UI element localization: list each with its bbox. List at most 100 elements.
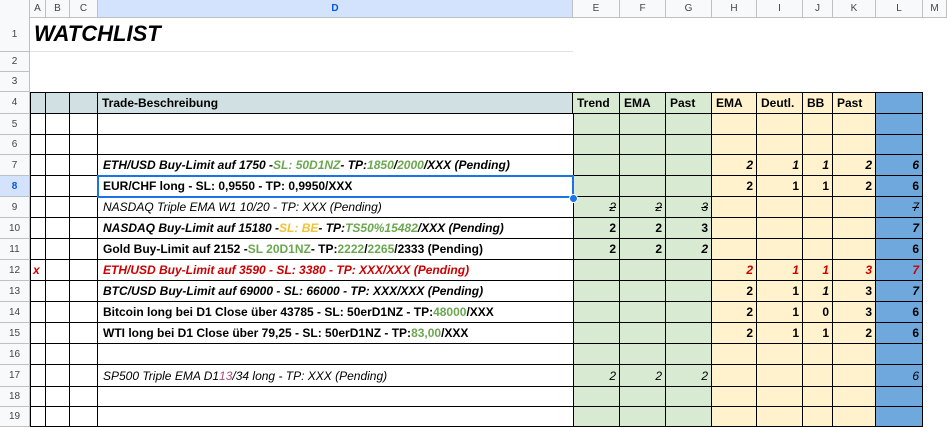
- row-header-4[interactable]: 4: [0, 92, 30, 114]
- score-total[interactable]: 6: [876, 239, 923, 259]
- header-total[interactable]: [876, 92, 923, 114]
- trade-row-10[interactable]: NASDAQ Buy-Limit auf 15180 - SL: BE - TP…: [99, 218, 573, 238]
- score-deutl[interactable]: 1: [757, 281, 803, 301]
- header-cell-b[interactable]: [46, 92, 70, 114]
- column-header-c[interactable]: C: [70, 0, 98, 17]
- row-header-17[interactable]: 17: [0, 365, 30, 387]
- score-ema2[interactable]: 2: [712, 323, 757, 343]
- score-total[interactable]: 6: [876, 323, 923, 343]
- row-header-11[interactable]: 11: [0, 239, 30, 260]
- row-header-14[interactable]: 14: [0, 302, 30, 323]
- score-past2[interactable]: 3: [833, 302, 876, 322]
- column-header-j[interactable]: J: [803, 0, 833, 17]
- row-header-12[interactable]: 12: [0, 260, 30, 281]
- column-header-e[interactable]: E: [573, 0, 620, 17]
- column-header-k[interactable]: K: [833, 0, 876, 17]
- score-total[interactable]: 6: [876, 365, 923, 386]
- row-header-5[interactable]: 5: [0, 114, 30, 135]
- score-ema[interactable]: 2: [620, 365, 666, 386]
- score-ema[interactable]: 2: [620, 239, 666, 259]
- header-ema[interactable]: EMA: [620, 92, 666, 114]
- row-header-1[interactable]: 1: [0, 17, 30, 52]
- score-ema[interactable]: 2: [620, 197, 666, 217]
- trade-row-12[interactable]: ETH/USD Buy-Limit auf 3590 - SL: 3380 - …: [99, 260, 573, 280]
- score-past2[interactable]: 2: [833, 176, 876, 196]
- column-header-m[interactable]: M: [923, 0, 947, 17]
- score-trend[interactable]: 2: [573, 239, 620, 259]
- trade-row-15[interactable]: WTI long bei D1 Close über 79,25 - SL: 5…: [99, 323, 573, 343]
- score-total[interactable]: 7: [876, 260, 923, 280]
- trade-row-17[interactable]: SP500 Triple EMA D1 13/34 long - TP: XXX…: [99, 365, 573, 386]
- header-ema-2[interactable]: EMA: [712, 92, 757, 114]
- score-ema[interactable]: 2: [620, 218, 666, 238]
- score-past2[interactable]: 3: [833, 260, 876, 280]
- row-header-9[interactable]: 9: [0, 197, 30, 218]
- score-bb[interactable]: 1: [803, 176, 833, 196]
- score-past2[interactable]: 2: [833, 323, 876, 343]
- trade-row-11[interactable]: Gold Buy-Limit auf 2152 - SL 20D1NZ - TP…: [99, 239, 573, 259]
- trade-row-14[interactable]: Bitcoin long bei D1 Close über 43785 - S…: [99, 302, 573, 322]
- score-total[interactable]: 7: [876, 197, 923, 217]
- score-past[interactable]: 3: [666, 218, 712, 238]
- column-header-l[interactable]: L: [876, 0, 923, 17]
- column-header-a[interactable]: A: [30, 0, 46, 17]
- score-deutl[interactable]: 1: [757, 302, 803, 322]
- score-ema2[interactable]: 2: [712, 155, 757, 175]
- fill-handle[interactable]: [569, 194, 578, 203]
- score-trend[interactable]: 2: [573, 218, 620, 238]
- score-past[interactable]: 2: [666, 365, 712, 386]
- header-trend[interactable]: Trend: [573, 92, 620, 114]
- row-header-19[interactable]: 19: [0, 407, 30, 427]
- score-bb[interactable]: 1: [803, 260, 833, 280]
- row-header-15[interactable]: 15: [0, 323, 30, 344]
- row-header-13[interactable]: 13: [0, 281, 30, 302]
- header-past[interactable]: Past: [666, 92, 712, 114]
- trade-row-7[interactable]: ETH/USD Buy-Limit auf 1750 - SL: 50D1NZ …: [99, 155, 573, 175]
- score-deutl[interactable]: 1: [757, 155, 803, 175]
- score-total[interactable]: 6: [876, 176, 923, 196]
- row-header-8[interactable]: 8: [0, 176, 30, 197]
- score-ema2[interactable]: 2: [712, 281, 757, 301]
- closed-marker[interactable]: x: [30, 260, 46, 280]
- column-header-d[interactable]: D: [98, 0, 573, 17]
- watchlist-title[interactable]: WATCHLIST: [30, 17, 573, 52]
- header-deutl[interactable]: Deutl.: [757, 92, 803, 114]
- column-header-f[interactable]: F: [620, 0, 666, 17]
- spreadsheet[interactable]: A B C D E F G H I J K L M 1 2 3 4 5 6 7 …: [0, 0, 947, 427]
- score-total[interactable]: 7: [876, 218, 923, 238]
- score-bb[interactable]: 0: [803, 302, 833, 322]
- row-header-2[interactable]: 2: [0, 52, 30, 72]
- score-ema2[interactable]: 2: [712, 176, 757, 196]
- score-ema2[interactable]: 2: [712, 302, 757, 322]
- row-header-7[interactable]: 7: [0, 155, 30, 176]
- column-header-h[interactable]: H: [712, 0, 757, 17]
- score-total[interactable]: 7: [876, 281, 923, 301]
- column-header-b[interactable]: B: [46, 0, 70, 17]
- select-all-corner[interactable]: [0, 0, 30, 17]
- header-bb[interactable]: BB: [803, 92, 833, 114]
- score-bb[interactable]: 1: [803, 155, 833, 175]
- score-bb[interactable]: 1: [803, 323, 833, 343]
- trade-row-8[interactable]: EUR/CHF long - SL: 0,9550 - TP: 0,9950/X…: [99, 176, 573, 196]
- trade-row-9[interactable]: NASDAQ Triple EMA W1 10/20 - TP: XXX (Pe…: [99, 197, 573, 217]
- score-past[interactable]: 2: [666, 239, 712, 259]
- score-past[interactable]: 3: [666, 197, 712, 217]
- score-deutl[interactable]: 1: [757, 323, 803, 343]
- row-header-6[interactable]: 6: [0, 135, 30, 155]
- score-deutl[interactable]: 1: [757, 260, 803, 280]
- trade-row-13[interactable]: BTC/USD Buy-Limit auf 69000 - SL: 66000 …: [99, 281, 573, 301]
- score-bb[interactable]: 1: [803, 281, 833, 301]
- row-header-18[interactable]: 18: [0, 387, 30, 407]
- header-cell-a[interactable]: [30, 92, 46, 114]
- score-deutl[interactable]: 1: [757, 176, 803, 196]
- score-past2[interactable]: 3: [833, 281, 876, 301]
- row-header-3[interactable]: 3: [0, 72, 30, 92]
- score-total[interactable]: 6: [876, 155, 923, 175]
- header-cell-c[interactable]: [70, 92, 98, 114]
- score-trend[interactable]: 2: [573, 365, 620, 386]
- row-header-10[interactable]: 10: [0, 218, 30, 239]
- header-past-2[interactable]: Past: [833, 92, 876, 114]
- header-trade-description[interactable]: Trade-Beschreibung: [98, 92, 573, 114]
- column-header-i[interactable]: I: [757, 0, 803, 17]
- row-header-16[interactable]: 16: [0, 344, 30, 365]
